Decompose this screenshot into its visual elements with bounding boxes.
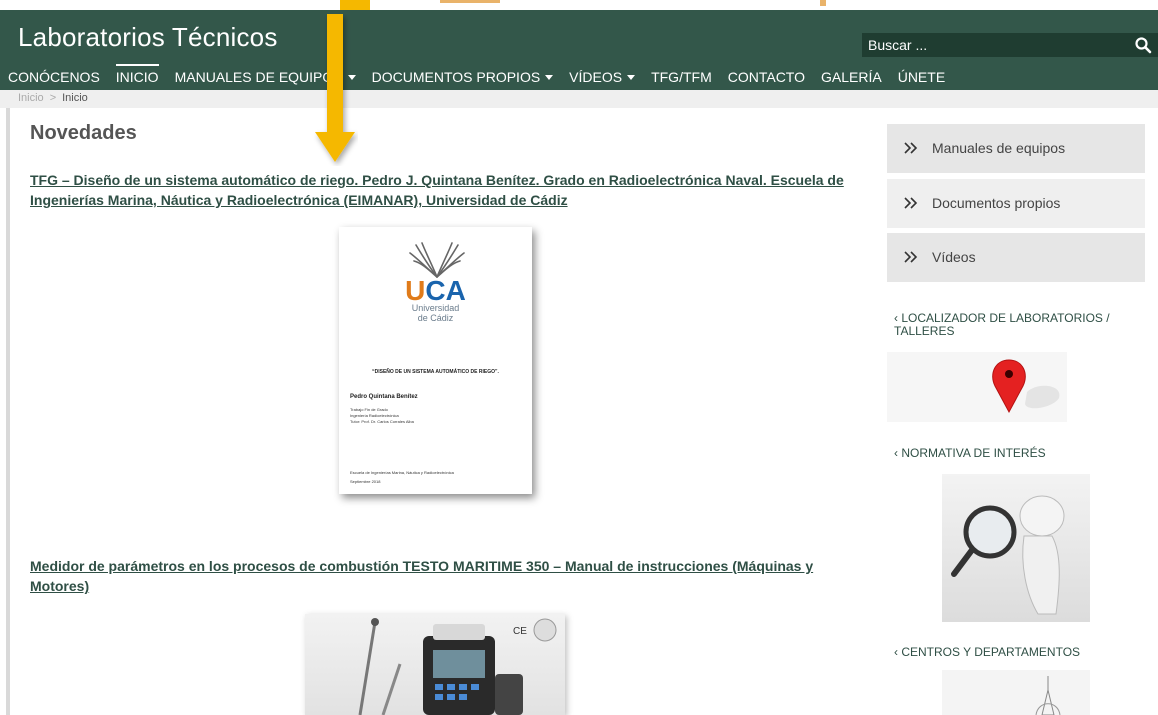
product-image[interactable]: CE: [305, 614, 565, 715]
nav-item-contacto[interactable]: CONTACTO: [720, 64, 813, 90]
breadcrumb-current: Inicio: [62, 92, 88, 104]
post-title-link[interactable]: Medidor de parámetros en los procesos de…: [30, 556, 850, 596]
university-name-line2: de Cádiz: [417, 313, 454, 323]
nav-item-label: VÍDEOS: [569, 69, 623, 85]
left-divider: [6, 108, 10, 715]
sidebar-heading-normativa[interactable]: ‹ NORMATIVA DE INTERÉS: [894, 447, 1154, 460]
nav-item-label: ÚNETE: [897, 69, 946, 85]
testo-analyzer-icon: CE: [358, 618, 557, 715]
nav-item-tfg[interactable]: TFG/TFM: [643, 64, 720, 90]
section-title: Novedades: [30, 122, 137, 144]
document-line: Tutor: Prof. Dr. Carlos Corrales Alba: [350, 419, 414, 424]
nav-item-inicio[interactable]: INICIO: [108, 64, 167, 90]
search-box: [862, 33, 1158, 57]
nav-item-label: INICIO: [115, 69, 159, 85]
nav-item-documentos[interactable]: DOCUMENTOS PROPIOS: [364, 64, 562, 90]
nav-item-label: MANUALES DE EQUIPOS: [174, 69, 343, 85]
nav-list: CONÓCENOS INICIO MANUALES DE EQUIPOS DOC…: [0, 64, 953, 90]
nav-item-label: CONÓCENOS: [8, 69, 100, 85]
sidebar-button-label: Manuales de equipos: [932, 140, 1066, 156]
double-chevron-right-icon: [904, 197, 918, 209]
magnifying-glass-icon: [951, 495, 1065, 615]
site-title[interactable]: Laboratorios Técnicos: [18, 22, 278, 53]
decorative-fragment: [440, 0, 500, 3]
nav-item-conocenos[interactable]: CONÓCENOS: [0, 64, 108, 90]
ce-mark: CE: [513, 626, 527, 637]
document-date: Septiembre 2018: [350, 479, 381, 484]
arrow-fragment: [340, 0, 370, 10]
breadcrumb-home[interactable]: Inicio: [18, 92, 44, 104]
nav-item-unete[interactable]: ÚNETE: [890, 64, 953, 90]
nav-item-manuales[interactable]: MANUALES DE EQUIPOS: [167, 64, 364, 90]
search-icon[interactable]: [1134, 36, 1152, 54]
sidebar-heading-localizador[interactable]: ‹ LOCALIZADOR DE LABORATORIOS / TALLERES: [894, 312, 1154, 338]
sidebar-button-documentos[interactable]: Documentos propios: [887, 179, 1145, 228]
sidebar-button-label: Vídeos: [932, 249, 976, 265]
document-school: Escuela de Ingenierías Marina, Náutica y…: [350, 470, 454, 475]
map-pin-icon: [992, 359, 1060, 414]
chevron-down-icon: [545, 74, 554, 80]
university-name-line1: Universidad: [411, 303, 460, 313]
chevron-down-icon: [627, 74, 636, 80]
uca-logo-u: U: [405, 275, 426, 306]
uca-logo-ca: CA: [425, 275, 466, 306]
magnifier-figure-image[interactable]: [942, 474, 1090, 622]
sidebar-button-manuales[interactable]: Manuales de equipos: [887, 124, 1145, 173]
document-cover-image[interactable]: UCA Universidad de Cádiz “DISEÑO DE UN S…: [339, 227, 532, 494]
document-author: Pedro Quintana Benítez: [350, 394, 418, 400]
page: Laboratorios Técnicos CONÓCENOS INICIO M…: [0, 0, 1158, 715]
breadcrumb-bar: Inicio > Inicio: [0, 90, 1158, 108]
nav-item-label: CONTACTO: [727, 69, 805, 85]
nav-item-galeria[interactable]: GALERÍA: [813, 64, 890, 90]
nav-item-label: TFG/TFM: [651, 69, 712, 85]
nav-item-label: DOCUMENTOS PROPIOS: [371, 69, 541, 85]
decorative-fragment: [820, 0, 826, 6]
building-image[interactable]: [942, 670, 1090, 715]
map-image[interactable]: [887, 352, 1067, 422]
top-strip: [0, 0, 1158, 10]
dome-building-icon: [1035, 676, 1061, 715]
document-title: “DISEÑO DE UN SISTEMA AUTOMÁTICO DE RIEG…: [372, 369, 499, 375]
sidebar-button-videos[interactable]: Vídeos: [887, 233, 1145, 282]
chevron-down-icon: [347, 74, 356, 80]
double-chevron-right-icon: [904, 251, 918, 263]
nav-item-videos[interactable]: VÍDEOS: [561, 64, 643, 90]
sidebar-heading-centros[interactable]: ‹ CENTROS Y DEPARTAMENTOS: [894, 646, 1154, 659]
double-chevron-right-icon: [904, 142, 918, 154]
breadcrumb: Inicio > Inicio: [18, 92, 88, 104]
search-input[interactable]: [868, 33, 1118, 57]
sidebar-button-label: Documentos propios: [932, 195, 1061, 211]
main-nav: CONÓCENOS INICIO MANUALES DE EQUIPOS DOC…: [0, 64, 1158, 90]
breadcrumb-separator: >: [49, 92, 57, 104]
site-header: Laboratorios Técnicos: [0, 10, 1158, 64]
post-title-link[interactable]: TFG – Diseño de un sistema automático de…: [30, 170, 850, 210]
nav-item-label: GALERÍA: [821, 69, 882, 85]
